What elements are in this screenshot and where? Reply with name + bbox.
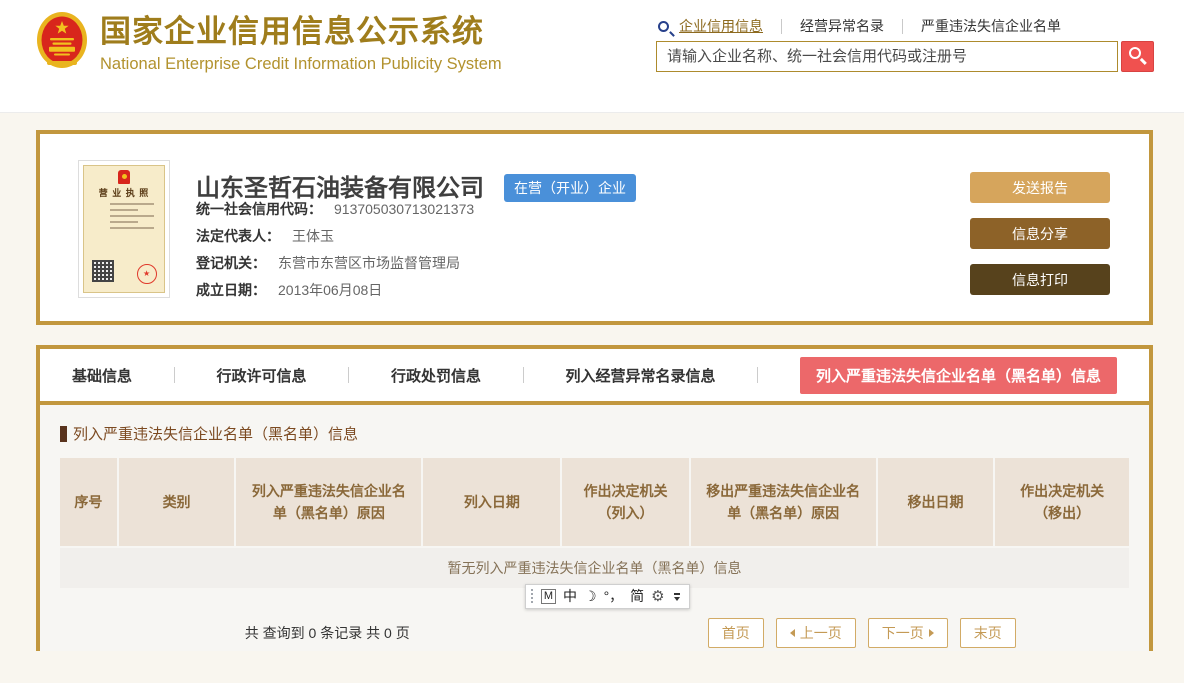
- ime-halfwidth-moon-icon[interactable]: ☽: [584, 585, 597, 608]
- prev-arrow-icon: [789, 629, 795, 637]
- site-brand: 国家企业信用信息公示系统 National Enterprise Credit …: [36, 11, 502, 76]
- search-button[interactable]: [1121, 41, 1154, 72]
- col-header-category: 类别: [118, 458, 237, 546]
- company-name: 山东圣哲石油装备有限公司: [196, 175, 484, 202]
- tab-bar: 基础信息 行政许可信息 行政处罚信息 列入经营异常名录信息 列入严重违法失信企业…: [40, 349, 1149, 401]
- col-header-list-reason: 列入严重违法失信企业名单（黑名单）原因: [236, 458, 424, 546]
- search-input[interactable]: [656, 41, 1118, 72]
- blacklist-table-header: 序号 类别 列入严重违法失信企业名单（黑名单）原因 列入日期 作出决定机关（列入…: [60, 458, 1129, 546]
- tab-separator: [348, 367, 350, 383]
- status-badge: 在营（开业）企业: [504, 174, 636, 202]
- ime-input-method-icon[interactable]: M: [541, 589, 556, 604]
- site-title-zh: 国家企业信用信息公示系统: [100, 13, 484, 49]
- tab-admin-license[interactable]: 行政许可信息: [216, 365, 306, 386]
- nav-link-credit-info[interactable]: 企业信用信息: [679, 16, 763, 36]
- prev-page-button[interactable]: 上一页: [775, 618, 856, 648]
- tab-basic-info[interactable]: 基础信息: [72, 365, 132, 386]
- ime-drag-handle[interactable]: [530, 588, 534, 605]
- col-header-list-authority: 作出决定机关（列入）: [562, 458, 691, 546]
- col-header-remove-authority: 作出决定机关（移出）: [995, 458, 1129, 546]
- send-report-button[interactable]: 发送报告: [970, 172, 1110, 203]
- tab-admin-penalty[interactable]: 行政处罚信息: [391, 365, 481, 386]
- nav-separator: [781, 18, 782, 34]
- national-emblem-logo: [36, 11, 88, 76]
- tab-blacklist-active[interactable]: 列入严重违法失信企业名单（黑名单）信息: [799, 356, 1117, 394]
- ime-language-bar: M 中 ☽ °， 简 ⚙: [525, 584, 690, 609]
- company-summary-card: 营 业 执 照 山东圣哲石油装备有限公司 在营（开业）企业 统一社会信用代码：9…: [36, 130, 1153, 325]
- nav-link-abnormal-list[interactable]: 经营异常名录: [800, 16, 884, 36]
- business-license-image[interactable]: 营 业 执 照: [78, 160, 170, 298]
- ime-options-icon[interactable]: [672, 592, 682, 601]
- ime-simplified-icon[interactable]: 简: [630, 585, 644, 608]
- pagination: 共 查询到 0 条记录 共 0 页 首页 上一页 下一页 末页: [60, 618, 1129, 648]
- field-legal-representative: 法定代表人： 王体玉: [196, 228, 334, 244]
- first-page-button[interactable]: 首页: [707, 618, 764, 648]
- tab-separator: [757, 367, 759, 383]
- site-header: 国家企业信用信息公示系统 National Enterprise Credit …: [0, 0, 1184, 113]
- record-count-summary: 共 查询到 0 条记录 共 0 页: [244, 625, 410, 641]
- search-bar: [656, 41, 1154, 72]
- company-fields: 统一社会信用代码： 913705030713021373 法定代表人： 王体玉 登记…: [196, 200, 474, 308]
- col-header-seq: 序号: [60, 458, 119, 546]
- section-title: 列入严重违法失信企业名单（黑名单）信息: [73, 426, 359, 443]
- search-icon: [1129, 47, 1141, 59]
- nav-link-blacklist[interactable]: 严重违法失信企业名单: [921, 16, 1061, 36]
- col-header-remove-date: 移出日期: [877, 458, 996, 546]
- ime-punctuation-icon[interactable]: °，: [604, 585, 624, 608]
- empty-state-row: 暂无列入严重违法失信企业名单（黑名单）信息: [60, 548, 1129, 588]
- license-qr-code: [92, 260, 114, 282]
- col-header-list-date: 列入日期: [423, 458, 563, 546]
- tab-abnormal-list[interactable]: 列入经营异常名录信息: [565, 365, 715, 386]
- top-nav: 企业信用信息 经营异常名录 严重违法失信企业名单: [658, 16, 1061, 36]
- next-arrow-icon: [928, 629, 934, 637]
- field-establishment-date: 成立日期： 2013年06月08日: [196, 282, 383, 298]
- tab-separator: [522, 367, 524, 383]
- ime-settings-gear-icon[interactable]: ⚙: [651, 585, 664, 608]
- print-info-button[interactable]: 信息打印: [970, 264, 1110, 295]
- site-title-en: National Enterprise Credit Information P…: [100, 54, 502, 73]
- ime-chinese-mode-icon[interactable]: 中: [563, 585, 577, 608]
- last-page-button[interactable]: 末页: [959, 618, 1016, 648]
- col-header-remove-reason: 移出严重违法失信企业名单（黑名单）原因: [690, 458, 878, 546]
- license-seal-icon: [137, 264, 157, 284]
- field-registration-authority: 登记机关： 东营市东营区市场监督管理局: [196, 255, 460, 271]
- share-info-button[interactable]: 信息分享: [970, 218, 1110, 249]
- section-marker: [60, 425, 67, 442]
- next-page-button[interactable]: 下一页: [867, 618, 948, 648]
- tab-separator: [173, 367, 175, 383]
- field-credit-code: 统一社会信用代码： 913705030713021373: [196, 201, 475, 217]
- nav-separator: [902, 18, 903, 34]
- blacklist-section: 列入严重违法失信企业名单（黑名单）信息 序号 类别 列入严重违法失信企业名单（黑…: [40, 405, 1149, 651]
- license-caption: 营 业 执 照: [98, 188, 150, 198]
- search-icon: [658, 20, 669, 32]
- license-emblem-icon: [118, 170, 130, 184]
